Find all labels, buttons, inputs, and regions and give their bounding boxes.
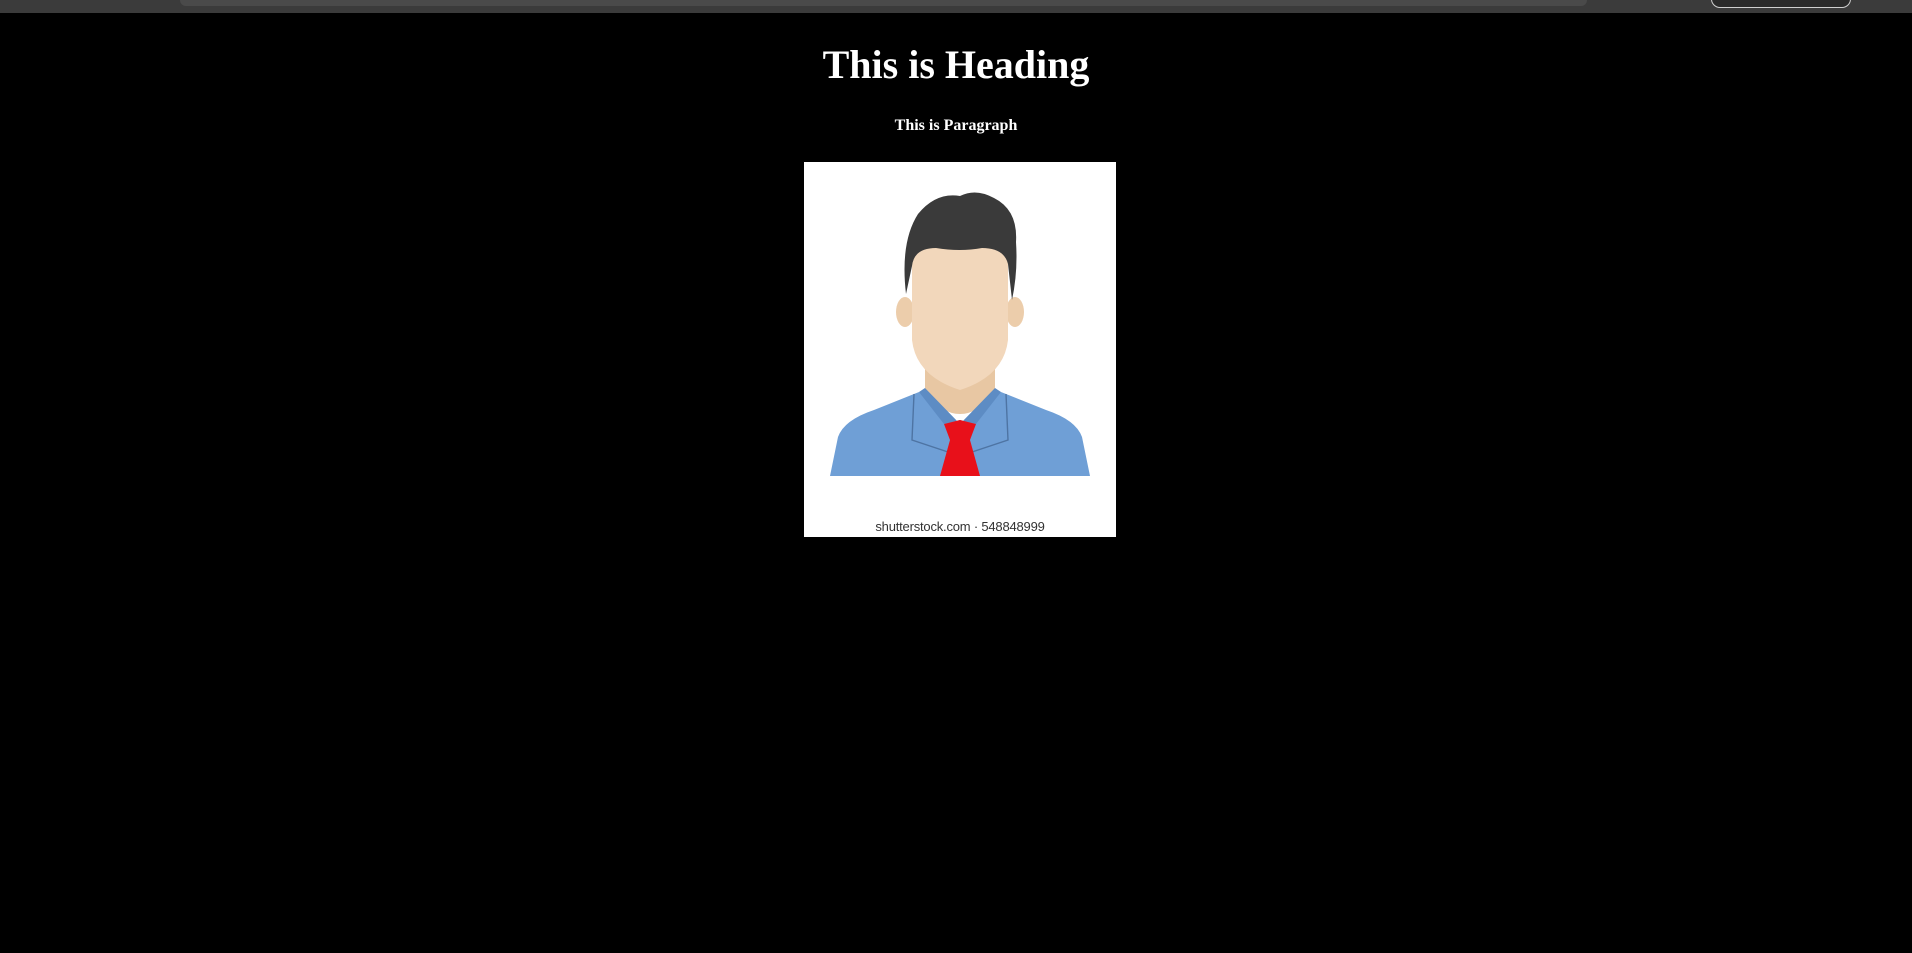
page-paragraph: This is Paragraph [894, 117, 1018, 134]
browser-toolbar-strip [0, 0, 1912, 13]
page-heading: This is Heading [822, 42, 1090, 87]
person-avatar-icon [830, 192, 1090, 476]
image-watermark: shutterstock.com · 548848999 [875, 519, 1045, 534]
page-body: This is Heading This is Paragraph shutte… [0, 13, 1912, 953]
toolbar-pill-button[interactable] [1711, 0, 1851, 8]
profile-photo: shutterstock.com · 548848999 [804, 162, 1116, 537]
address-bar[interactable] [180, 0, 1587, 6]
